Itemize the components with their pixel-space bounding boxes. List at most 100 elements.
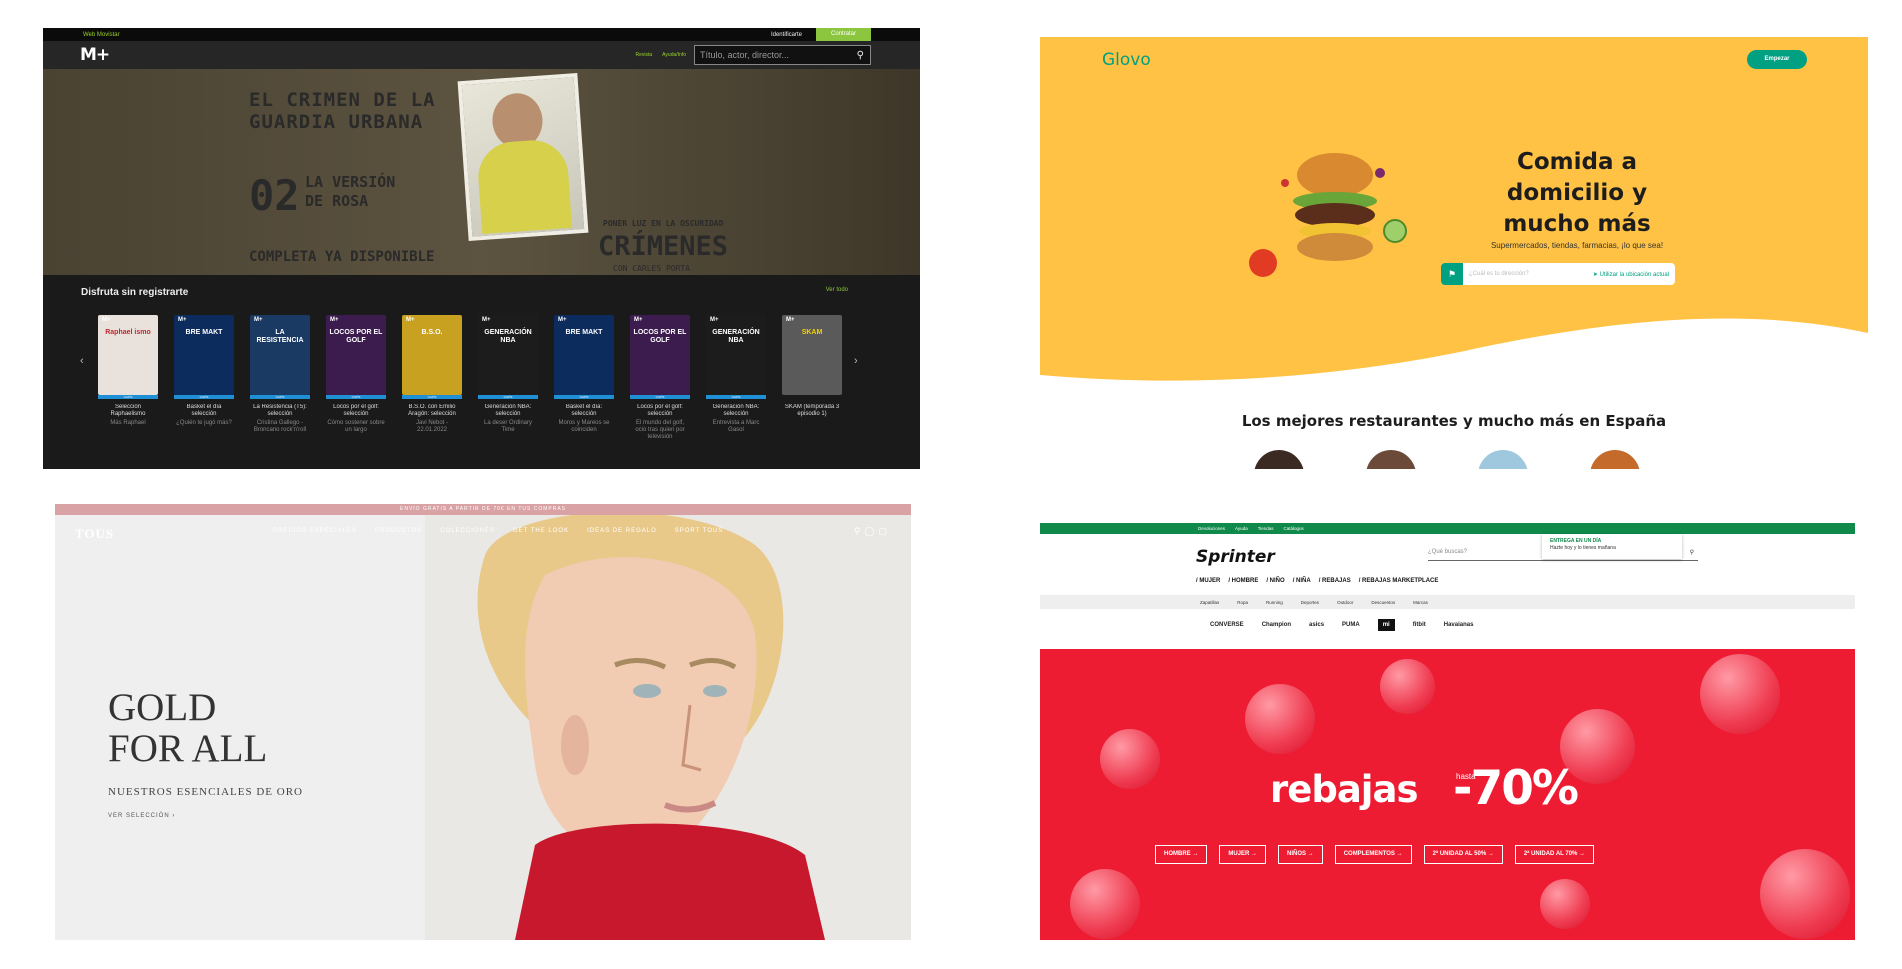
content-card[interactable]: M+ GENERACIÓN NBA CLIPS Generación NBA: sel… [478, 315, 538, 441]
card-title[interactable]: La Resistencia (T5): selección [250, 404, 310, 418]
card-title[interactable]: Basket el día: selección [554, 404, 614, 418]
nav-item-precios[interactable]: PRECIOS ESPECIALES [273, 528, 357, 534]
nav-link-ayuda[interactable]: Ayuda/Info [662, 52, 686, 58]
content-card[interactable]: M+ LA RESISTENCIA CLIPS La Resistencia (T5)… [250, 315, 310, 441]
address-input[interactable]: ¿Cuál es tu dirección? [1469, 271, 1593, 277]
subnav-item[interactable]: Running [1266, 600, 1283, 605]
category-button-hombre[interactable]: HOMBRE → [1155, 845, 1208, 864]
use-location-button[interactable]: ➤ Utilizar la ubicación actual [1593, 271, 1669, 278]
card-poster[interactable]: M+ Raphael ismo [98, 315, 158, 395]
nav-item-get-the-look[interactable]: GET THE LOOK [513, 528, 569, 534]
brand-converse[interactable]: CONVERSE [1210, 622, 1244, 628]
card-poster[interactable]: M+ GENERACIÓN NBA [706, 315, 766, 395]
topbar-link[interactable]: Ayuda [1235, 526, 1248, 531]
brand-havaianas[interactable]: Havaianas [1444, 622, 1474, 628]
nav-link-revista[interactable]: Revista [635, 52, 652, 58]
card-poster[interactable]: M+ SKAM [782, 315, 842, 395]
category-thumbnail[interactable] [1478, 450, 1528, 469]
category-button-mujer[interactable]: MUJER → [1219, 845, 1267, 864]
card-poster[interactable]: M+ BRE MAKT [174, 315, 234, 395]
subnav-item[interactable]: Outdoor [1337, 600, 1353, 605]
search-icon[interactable]: ⚲ [1690, 549, 1694, 556]
card-title[interactable]: Generación NBA: selección [478, 404, 538, 418]
nav-item-mujer[interactable]: / MUJER [1196, 578, 1220, 584]
web-movistar-link[interactable]: Web Movistar [83, 32, 757, 38]
card-poster[interactable]: M+ GENERACIÓN NBA [478, 315, 538, 395]
card-title[interactable]: Basket el día selección [174, 404, 234, 418]
card-poster[interactable]: M+ LOCOS POR EL GOLF [630, 315, 690, 395]
topbar-link[interactable]: Tiendas [1258, 526, 1274, 531]
category-button-complementos[interactable]: COMPLEMENTOS → [1334, 845, 1412, 864]
subnav-item[interactable]: Ropa [1237, 600, 1248, 605]
content-card[interactable]: M+ SKAM SKAM (temporada 3 episodio 1) [782, 315, 842, 441]
search-icon[interactable]: ⚲ [857, 50, 864, 61]
content-card[interactable]: M+ BRE MAKT CLIPS Basket el día: selección M… [554, 315, 614, 441]
content-card[interactable]: M+ Raphael ismo CLIPS Selección Raphaelismo… [98, 315, 158, 441]
card-poster[interactable]: M+ LOCOS POR EL GOLF [326, 315, 386, 395]
topbar-link[interactable]: Devoluciones [1198, 526, 1225, 531]
subnav-item[interactable]: Descuentos [1371, 600, 1395, 605]
card-title[interactable]: Generación NBA: selección [706, 404, 766, 418]
content-card[interactable]: M+ LOCOS POR EL GOLF CLIPS Locos por el gol… [630, 315, 690, 441]
ver-seleccion-link[interactable]: VER SELECCIÓN › [108, 813, 175, 819]
address-field[interactable]: ⚑ ¿Cuál es tu dirección? ➤ Utilizar la u… [1441, 263, 1675, 285]
nav-item-sport-tous[interactable]: SPORT TOUS [675, 528, 724, 534]
brand-asics[interactable]: asics [1309, 622, 1324, 628]
sales-banner[interactable]: rebajas hasta -70% HOMBRE → MUJER → NIÑO… [1040, 649, 1855, 940]
glovo-logo[interactable]: Glovo [1102, 50, 1151, 70]
nav-item-ideas-regalo[interactable]: IDEAS DE REGALO [587, 528, 657, 534]
content-card[interactable]: M+ LOCOS POR EL GOLF CLIPS Locos por el gol… [326, 315, 386, 441]
movistar-logo[interactable]: M+ [80, 45, 110, 65]
brand-champion[interactable]: Champion [1262, 622, 1291, 628]
category-thumbnail[interactable] [1254, 450, 1304, 469]
carousel-next-icon[interactable]: › [854, 355, 858, 367]
card-title[interactable]: Locos por el golf: selección [630, 404, 690, 418]
brand-fitbit[interactable]: fitbit [1413, 622, 1426, 628]
category-button-2a-unidad-50[interactable]: 2ª UNIDAD AL 50% → [1423, 845, 1503, 864]
contratar-button[interactable]: Contratar [816, 28, 871, 41]
card-poster[interactable]: M+ LA RESISTENCIA [250, 315, 310, 395]
hero-episode-title: LA VERSIÓN DE ROSA [305, 173, 396, 210]
bag-icon[interactable]: ▢ [878, 526, 891, 536]
brand-xiaomi[interactable]: mi [1377, 619, 1395, 631]
promo-bar[interactable]: ENVÍO GRATIS A PARTIR DE 70€ EN TUS COMP… [55, 504, 911, 515]
content-card[interactable]: M+ B.S.O. CLIPS B.S.O. con Emilio Aragón: s… [402, 315, 462, 441]
subnav-item[interactable]: Deportes [1301, 600, 1319, 605]
category-thumbnail[interactable] [1366, 450, 1416, 469]
topbar-link[interactable]: Catálogos [1284, 526, 1304, 531]
nav-item-nino[interactable]: / NIÑO [1266, 578, 1284, 584]
carousel-prev-icon[interactable]: ‹ [80, 355, 84, 367]
subnav-item[interactable]: Marcas [1413, 600, 1428, 605]
tous-logo[interactable]: TOUS [75, 526, 114, 542]
search-input[interactable]: Título, actor, director... ⚲ [694, 45, 871, 65]
card-poster[interactable]: M+ BRE MAKT [554, 315, 614, 395]
sprinter-screenshot: Devoluciones Ayuda Tiendas Catálogos Spr… [1040, 523, 1855, 940]
card-title[interactable]: Locos por el golf: selección [326, 404, 386, 418]
empezar-button[interactable]: Empezar [1747, 50, 1807, 69]
nav-item-colecciones[interactable]: COLECCIONES [440, 528, 495, 534]
brand-puma[interactable]: PUMA [1342, 622, 1360, 628]
nav-item-hombre[interactable]: / HOMBRE [1228, 578, 1258, 584]
content-card[interactable]: M+ GENERACIÓN NBA CLIPS Generación NBA: sel… [706, 315, 766, 441]
clips-badge: CLIPS [174, 395, 234, 399]
card-title[interactable]: SKAM (temporada 3 episodio 1) [782, 404, 842, 418]
nav-item-nina[interactable]: / NIÑA [1293, 578, 1311, 584]
see-all-link[interactable]: Ver todo [826, 287, 848, 293]
login-link[interactable]: Identificarte [757, 32, 816, 38]
content-card[interactable]: M+ BRE MAKT CLIPS Basket el día selección ¿Q… [174, 315, 234, 441]
card-title[interactable]: Selección Raphaelismo [98, 404, 158, 418]
sprinter-logo[interactable]: Sprinter [1196, 547, 1275, 567]
nav-item-rebajas[interactable]: / REBAJAS [1319, 578, 1351, 584]
delivery-dropdown[interactable]: ENTREGA EN UN DÍA Hazte hoy y lo tienes … [1542, 534, 1682, 559]
card-title[interactable]: B.S.O. con Emilio Aragón: selección [402, 404, 462, 418]
category-button-2a-unidad-70[interactable]: 2ª UNIDAD AL 70% → [1514, 845, 1595, 864]
search-icon[interactable]: ⚲ [854, 526, 865, 536]
nav-item-rebajas-marketplace[interactable]: / REBAJAS MARKETPLACE [1359, 578, 1439, 584]
hero-banner[interactable]: EL CRIMEN DE LA GUARDIA URBANA 02 LA VER… [43, 69, 920, 275]
category-thumbnail[interactable] [1590, 450, 1640, 469]
user-icon[interactable]: ◯ [864, 526, 878, 536]
nav-item-productos[interactable]: PRODUCTOS [375, 528, 422, 534]
card-poster[interactable]: M+ B.S.O. [402, 315, 462, 395]
category-button-ninos[interactable]: NIÑOS → [1278, 845, 1323, 864]
subnav-item[interactable]: Zapatillas [1200, 600, 1219, 605]
